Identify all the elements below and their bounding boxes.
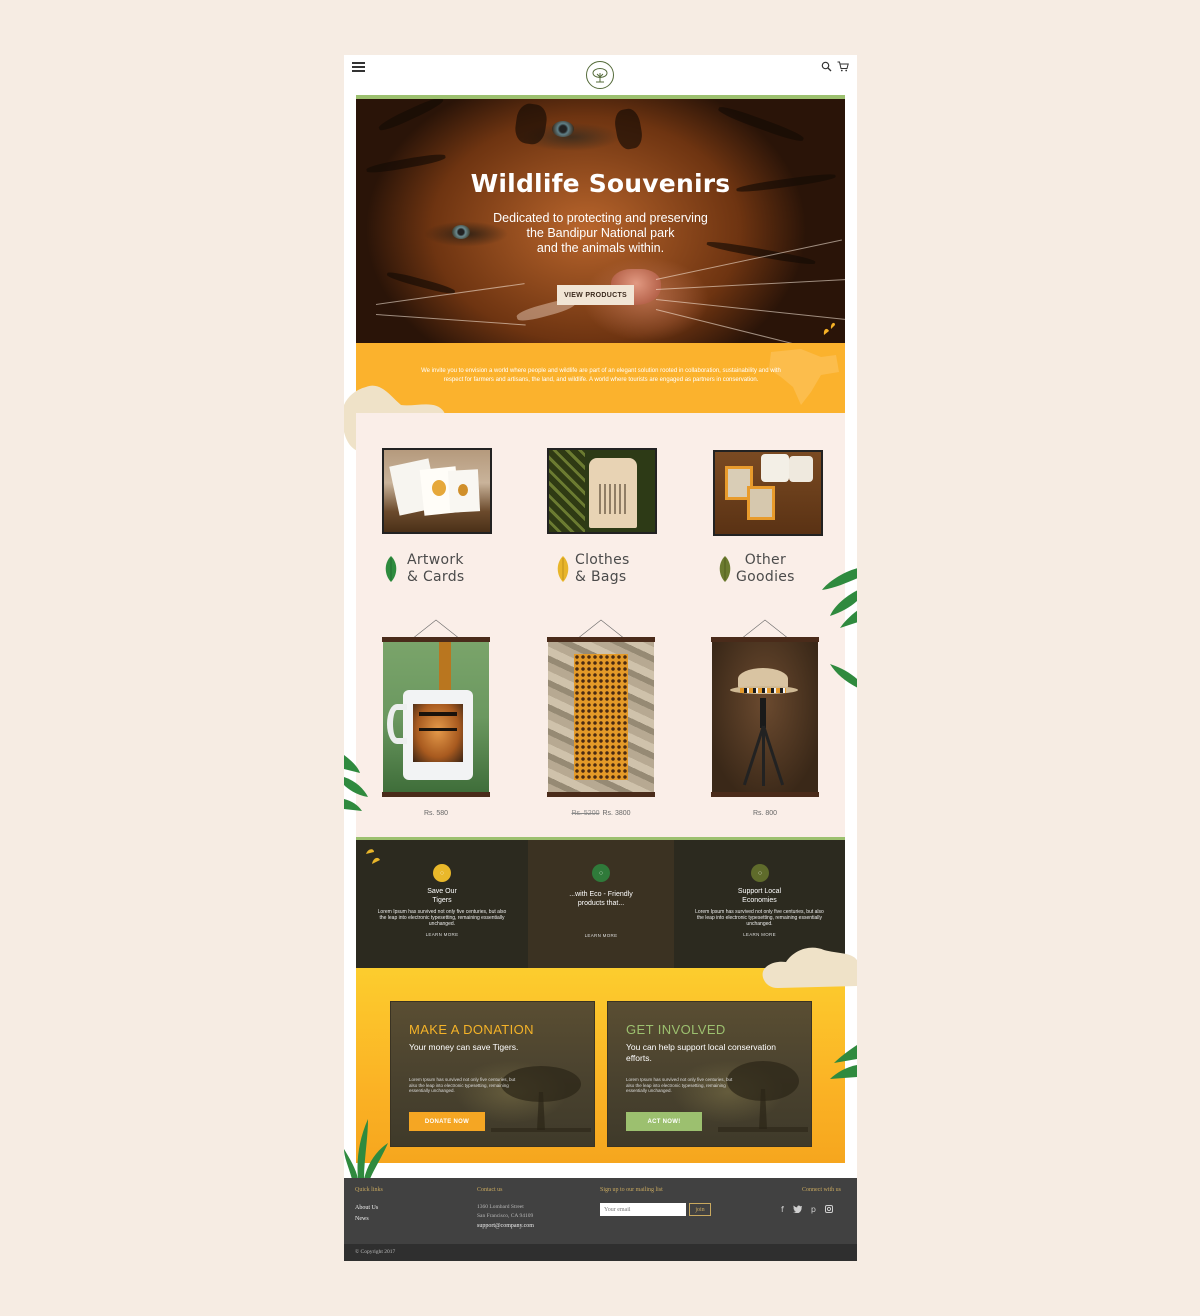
category-image-goodies[interactable] — [713, 450, 823, 536]
learn-more-link[interactable]: LEARN MORE — [674, 932, 845, 937]
leaf-decoration-icon — [823, 322, 835, 335]
hanger-string — [741, 619, 789, 639]
mission-title: ...with Eco - Friendly products that... — [569, 891, 633, 907]
intro-text: We invite you to envision a world where … — [421, 368, 781, 383]
hero-subtitle: Dedicated to protecting and preserving t… — [493, 211, 708, 255]
donation-text: Lorem Ipsum has survived not only five c… — [409, 1077, 516, 1093]
mission-panel-eco: ○ ...with Eco - Friendly products that..… — [528, 840, 674, 968]
category-label-clothes[interactable]: Clothes & Bags — [575, 552, 630, 586]
donate-now-button[interactable]: DONATE NOW — [409, 1112, 485, 1131]
hanger-string — [577, 619, 625, 639]
tree-logo-icon[interactable] — [586, 61, 614, 89]
facebook-icon[interactable]: f — [781, 1205, 784, 1214]
copyright-bar: © Copyright 2017 — [344, 1244, 857, 1261]
mission-text: Lorem Ipsum has survived not only five c… — [377, 909, 507, 927]
product-price: Rs. 5200 Rs. 3800 — [571, 810, 631, 817]
leaf-icon — [557, 556, 569, 582]
category-image-artwork[interactable] — [382, 448, 492, 534]
category-label-goodies[interactable]: Other Goodies — [736, 552, 795, 586]
hamburger-icon[interactable] — [352, 62, 365, 72]
page: Wildlife Souvenirs Dedicated to protecti… — [344, 55, 857, 1261]
email-input[interactable] — [600, 1203, 686, 1216]
act-now-button[interactable]: ACT NOW! — [626, 1112, 702, 1131]
hero-banner: Wildlife Souvenirs Dedicated to protecti… — [356, 99, 845, 343]
copyright-text: © Copyright 2017 — [355, 1249, 396, 1255]
leaf-icon — [385, 556, 397, 582]
hanger-string — [412, 619, 460, 639]
site-footer: Quick links About Us News Contact us 136… — [344, 1178, 857, 1244]
mission-text: Lorem Ipsum has survived not only five c… — [695, 909, 824, 927]
mission-panel-tigers: ○ Save Our Tigers Lorem Ipsum has surviv… — [356, 840, 528, 968]
footer-link-news[interactable]: News — [355, 1214, 369, 1224]
join-button[interactable]: join — [689, 1203, 711, 1216]
donation-title: MAKE A DONATION — [409, 1022, 534, 1037]
get-involved-text: Lorem Ipsum has survived not only five c… — [626, 1077, 733, 1093]
leaf-decoration-icon — [822, 568, 857, 628]
get-involved-card: GET INVOLVED You can help support local … — [607, 1001, 812, 1147]
product-price: Rs. 580 — [423, 810, 449, 817]
site-header — [344, 55, 857, 95]
leaf-decoration-icon — [344, 755, 368, 811]
product-card-rug[interactable] — [547, 619, 655, 797]
contact-email-link[interactable]: support@company.com — [477, 1221, 534, 1231]
view-products-button[interactable]: VIEW PRODUCTS — [557, 285, 634, 305]
learn-more-link[interactable]: LEARN MORE — [356, 932, 528, 937]
leaf-decoration-icon — [830, 664, 857, 688]
donation-card: MAKE A DONATION Your money can save Tige… — [390, 1001, 595, 1147]
leaf-decoration-icon — [344, 1119, 388, 1179]
contact-heading: Contact us — [477, 1187, 503, 1193]
tree-silhouette — [491, 1066, 591, 1132]
twitter-icon[interactable] — [792, 1205, 802, 1213]
mission-circle-icon: ○ — [433, 864, 451, 882]
mission-circle-icon: ○ — [592, 864, 610, 882]
search-icon[interactable] — [821, 61, 832, 72]
mission-circle-icon: ○ — [751, 864, 769, 882]
get-involved-title: GET INVOLVED — [626, 1022, 726, 1037]
tiger-eye-right — [552, 121, 574, 137]
mission-title: Support Local Economies — [737, 888, 782, 904]
mailing-list-heading: Sign up to our mailing list — [600, 1187, 663, 1193]
get-involved-subtitle: You can help support local conservation … — [626, 1042, 776, 1063]
connect-heading: Connect with us — [802, 1187, 841, 1193]
quick-links-heading: Quick links — [355, 1187, 383, 1193]
beige-blob-decoration — [762, 947, 857, 988]
product-card-hat[interactable] — [711, 619, 819, 797]
donation-subtitle: Your money can save Tigers. — [409, 1042, 519, 1052]
category-image-clothes[interactable] — [547, 448, 657, 534]
tree-silhouette — [718, 1061, 808, 1132]
product-card-mug[interactable] — [382, 619, 490, 797]
learn-more-link[interactable]: LEARN MORE — [528, 933, 674, 938]
product-price: Rs. 800 — [752, 810, 778, 817]
pinterest-icon[interactable]: p — [811, 1205, 816, 1214]
instagram-icon[interactable] — [824, 1205, 833, 1213]
footer-link-about[interactable]: About Us — [355, 1203, 378, 1213]
category-label-artwork[interactable]: Artwork & Cards — [407, 552, 465, 586]
cart-icon[interactable] — [837, 61, 849, 72]
leaf-icon — [719, 556, 731, 582]
leaf-decoration-icon — [830, 1045, 857, 1079]
leaf-decoration-icon — [366, 849, 380, 864]
mission-title: Save Our Tigers — [427, 888, 457, 904]
hero-title: Wildlife Souvenirs — [470, 169, 731, 198]
